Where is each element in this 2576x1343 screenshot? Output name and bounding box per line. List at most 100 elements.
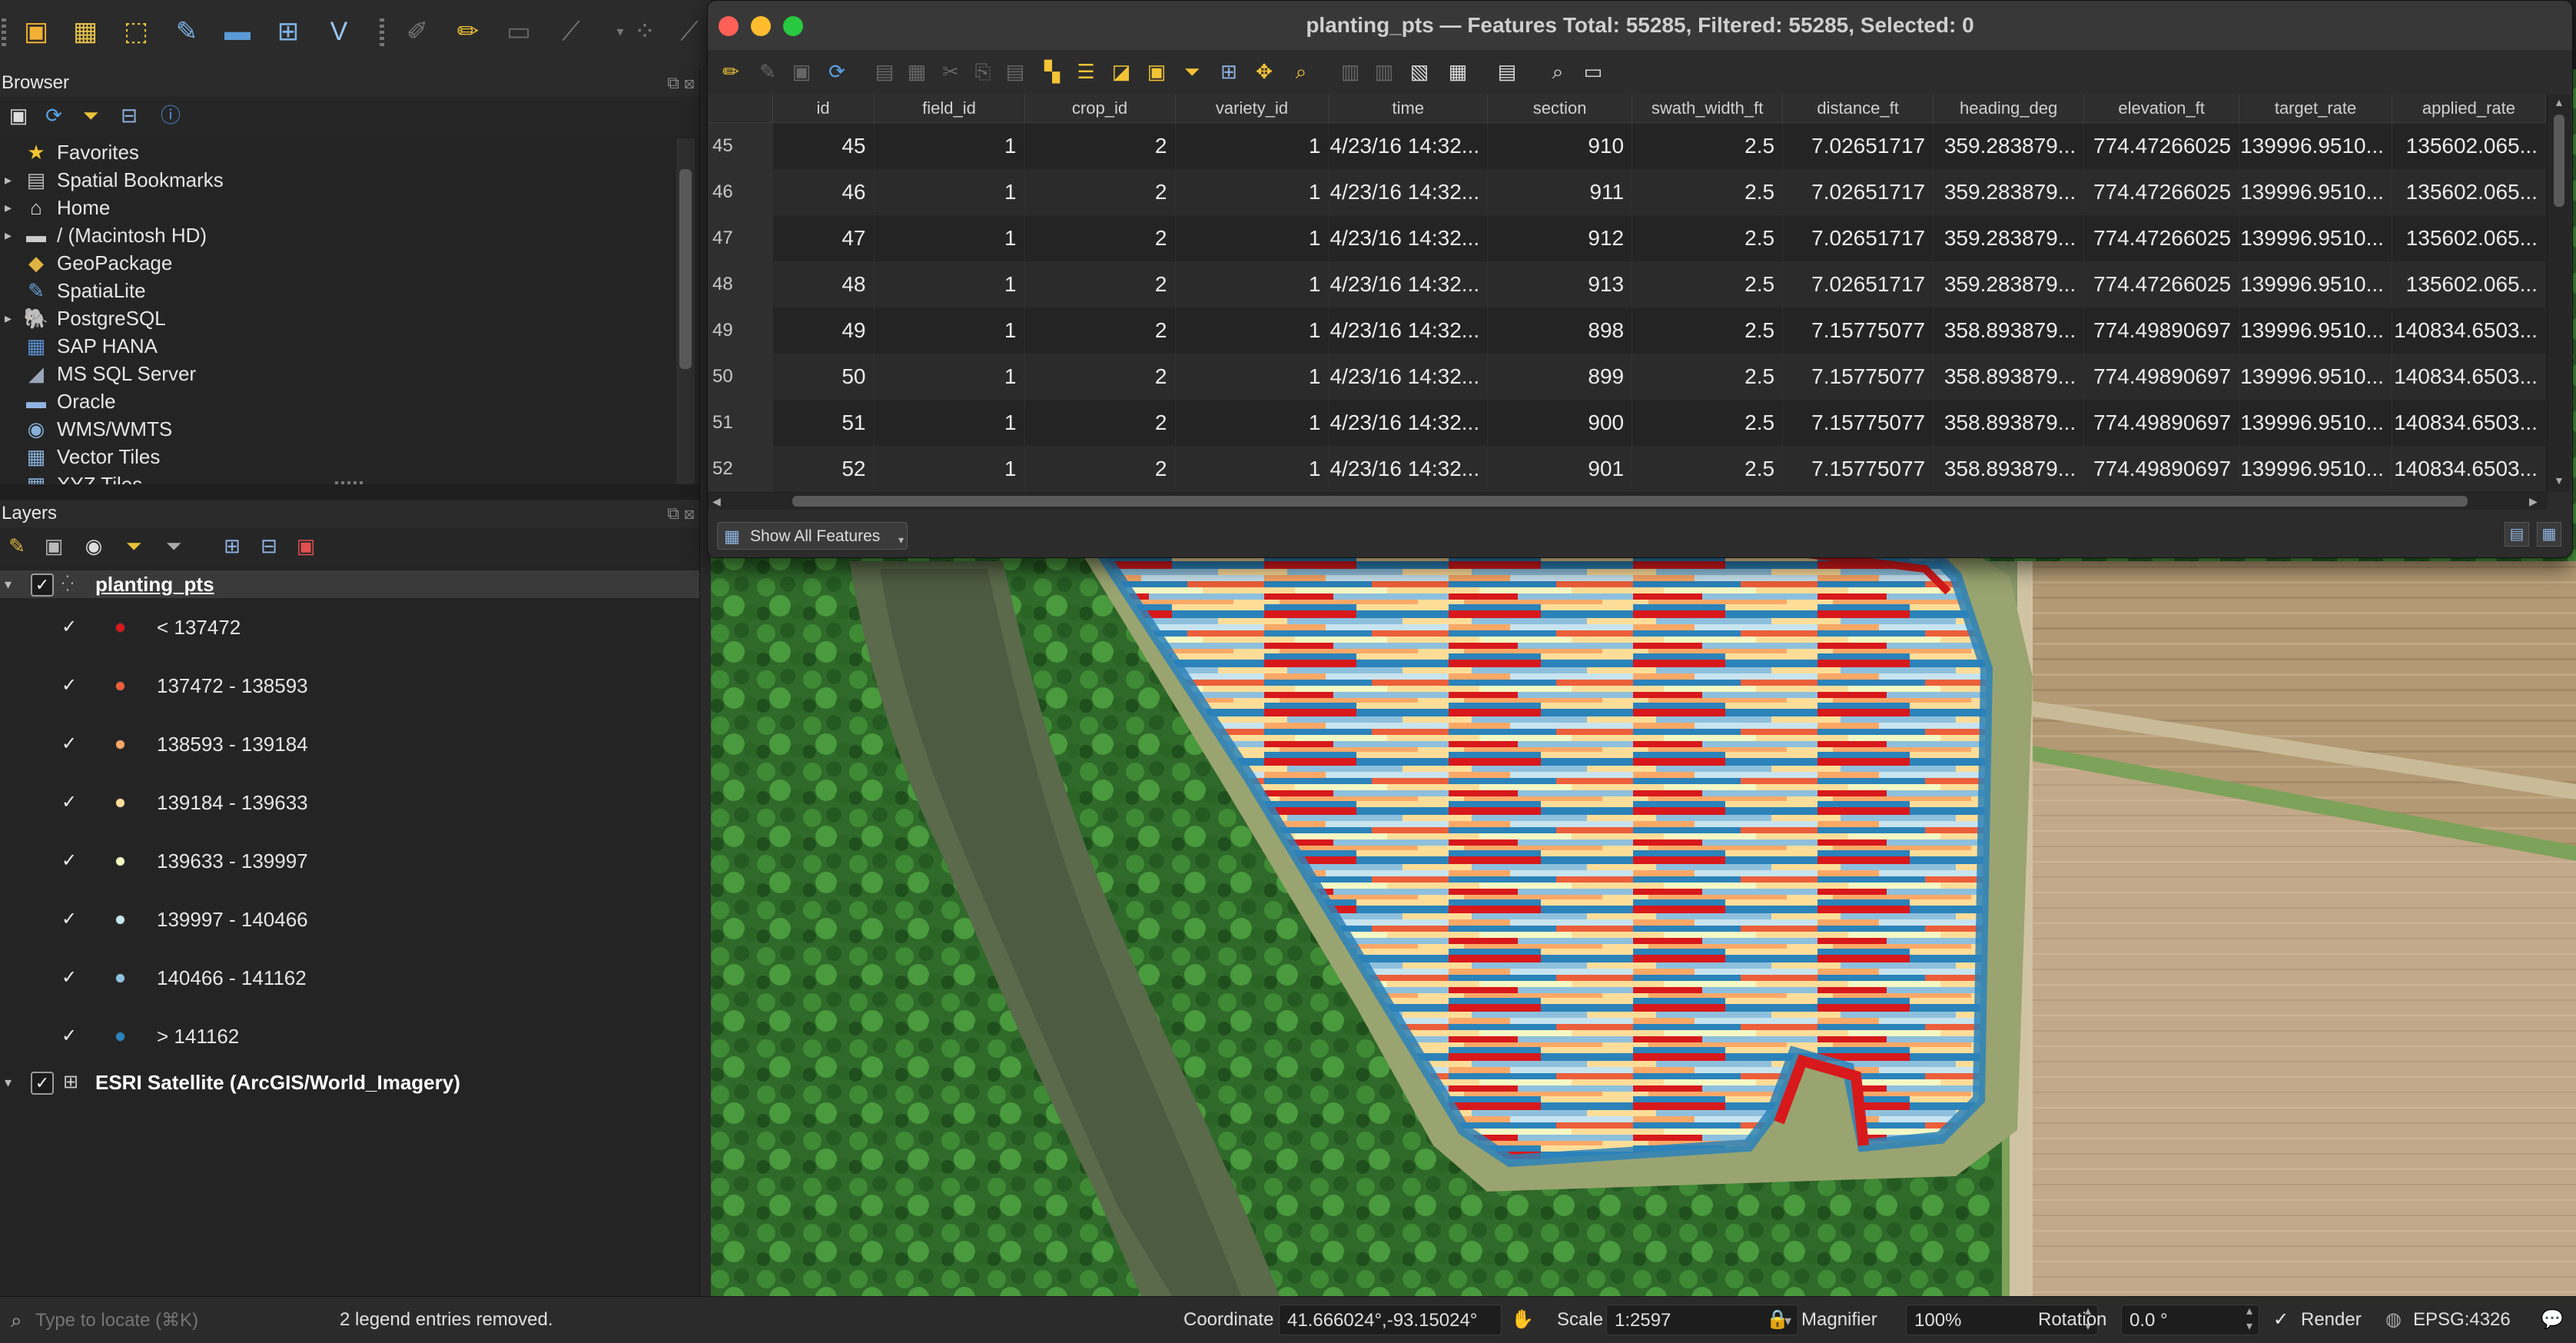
zoom-to-selection-icon[interactable]: ⌕ bbox=[1287, 58, 1315, 85]
table-cell[interactable]: 4/23/16 14:32... bbox=[1329, 445, 1489, 492]
delete-feature-icon[interactable]: ▦ bbox=[903, 58, 931, 85]
legend-checkbox[interactable]: ✓ bbox=[61, 1007, 77, 1065]
table-cell[interactable]: 7.02651717 bbox=[1782, 214, 1934, 261]
table-cell[interactable]: 46 bbox=[772, 168, 875, 215]
table-cell[interactable]: 2.5 bbox=[1632, 122, 1784, 169]
scroll-left-icon[interactable]: ◀ bbox=[712, 493, 721, 510]
panel-float-close-icons[interactable]: ⧉ ⊠ bbox=[667, 69, 695, 97]
column-header[interactable]: section bbox=[1487, 95, 1633, 123]
info-icon[interactable]: ⓘ bbox=[157, 101, 184, 129]
table-cell[interactable]: 2 bbox=[1024, 399, 1176, 446]
row-header[interactable]: 45 bbox=[708, 122, 773, 169]
rotation-spinbox[interactable]: 0.0 ° ▴ ▾ bbox=[2121, 1305, 2259, 1335]
new-layer-icon[interactable]: ▦ bbox=[65, 11, 106, 52]
form-view-icon[interactable]: ▤ bbox=[2505, 522, 2529, 547]
table-cell[interactable]: 774.47266025 bbox=[2083, 261, 2240, 307]
new-field-icon[interactable]: ▥ bbox=[1336, 58, 1364, 85]
table-cell[interactable]: 2 bbox=[1024, 214, 1176, 261]
collapse-all-icon[interactable]: ⊟ bbox=[115, 101, 143, 129]
table-cell[interactable]: 135602.065... bbox=[2392, 122, 2546, 169]
table-cell[interactable]: 774.47266025 bbox=[2083, 214, 2240, 261]
move-selection-top-icon[interactable]: ⊞ bbox=[1215, 58, 1243, 85]
table-cell[interactable]: 140834.6503... bbox=[2392, 445, 2546, 492]
table-cell[interactable]: 7.15775077 bbox=[1782, 307, 1934, 354]
save-edits-icon[interactable]: ▣ bbox=[788, 58, 815, 85]
table-row[interactable]: 52 52 1 2 1 4/23/16 14:32... 901 2.5 7.15775077 3… bbox=[708, 445, 2546, 492]
row-header[interactable]: 52 bbox=[708, 445, 773, 492]
legend-checkbox[interactable]: ✓ bbox=[61, 598, 77, 657]
coordinate-field[interactable]: 41.666024°,-93.15024° bbox=[1279, 1305, 1502, 1335]
table-cell[interactable]: 4/23/16 14:32... bbox=[1329, 353, 1489, 400]
chevron-right-icon[interactable]: ▸ bbox=[5, 166, 12, 194]
table-cell[interactable]: 50 bbox=[772, 353, 875, 400]
column-header[interactable]: distance_ft bbox=[1782, 95, 1934, 123]
reload-icon[interactable]: ⟳ bbox=[823, 58, 851, 85]
browser-item[interactable]: ▸ ⌂ Home bbox=[0, 194, 676, 221]
layer-planting-pts[interactable]: ▾ ✓ ⁛ planting_pts bbox=[0, 570, 699, 598]
mouse-toggle-icon[interactable]: ✋ bbox=[1511, 1305, 1534, 1335]
save-edits-icon[interactable]: ▭ bbox=[498, 11, 539, 52]
table-cell[interactable]: 2.5 bbox=[1632, 307, 1784, 354]
table-row[interactable]: 47 47 1 2 1 4/23/16 14:32... 912 2.5 7.02651717 3… bbox=[708, 214, 2546, 261]
legend-entry[interactable]: ✓ 139633 - 139997 bbox=[0, 832, 699, 890]
deselect-all-icon[interactable]: ▣ bbox=[1143, 58, 1170, 85]
table-cell[interactable]: 359.283879... bbox=[1933, 168, 2085, 215]
select-icon[interactable]: ⬚ bbox=[115, 11, 157, 52]
table-cell[interactable]: 4/23/16 14:32... bbox=[1329, 261, 1489, 307]
legend-entry[interactable]: ✓ > 141162 bbox=[0, 1007, 699, 1065]
conditional-formatting-icon[interactable]: ▦ bbox=[1444, 58, 1472, 85]
table-cell[interactable]: 358.893879... bbox=[1933, 353, 2085, 400]
table-cell[interactable]: 135602.065... bbox=[2392, 168, 2546, 215]
table-cell[interactable]: 898 bbox=[1487, 307, 1633, 354]
table-cell[interactable]: 4/23/16 14:32... bbox=[1329, 122, 1489, 169]
table-cell[interactable]: 47 bbox=[772, 214, 875, 261]
legend-checkbox[interactable]: ✓ bbox=[61, 657, 77, 715]
select-by-expression-icon[interactable]: ▚ bbox=[1038, 58, 1066, 85]
table-row[interactable]: 50 50 1 2 1 4/23/16 14:32... 899 2.5 7.15775077 3… bbox=[708, 353, 2546, 400]
row-header[interactable]: 48 bbox=[708, 261, 773, 307]
table-cell[interactable]: 1 bbox=[874, 353, 1025, 400]
layer-visibility-checkbox[interactable]: ✓ bbox=[31, 1072, 54, 1095]
eye-icon[interactable]: ◉ bbox=[80, 532, 108, 560]
table-cell[interactable]: 358.893879... bbox=[1933, 399, 2085, 446]
table-cell[interactable]: 913 bbox=[1487, 261, 1633, 307]
table-cell[interactable]: 2 bbox=[1024, 307, 1176, 354]
attribute-table[interactable]: id field_id crop_id variety_id time section sw… bbox=[708, 95, 2548, 493]
table-row[interactable]: 49 49 1 2 1 4/23/16 14:32... 898 2.5 7.15775077 3… bbox=[708, 307, 2546, 354]
add-feature-icon[interactable]: ▤ bbox=[871, 58, 898, 85]
table-cell[interactable]: 358.893879... bbox=[1933, 445, 2085, 492]
cut-icon[interactable]: ✂ bbox=[937, 58, 964, 85]
add-selected-icon[interactable]: ▣ bbox=[5, 101, 32, 129]
messages-icon[interactable]: 💬 bbox=[2541, 1305, 2564, 1335]
table-cell[interactable]: 2 bbox=[1024, 353, 1176, 400]
table-cell[interactable]: 140834.6503... bbox=[2392, 307, 2546, 354]
legend-checkbox[interactable]: ✓ bbox=[61, 890, 77, 949]
table-cell[interactable]: 135602.065... bbox=[2392, 214, 2546, 261]
grid-icon[interactable]: ⊞ bbox=[267, 11, 309, 52]
table-row[interactable]: 48 48 1 2 1 4/23/16 14:32... 913 2.5 7.02651717 3… bbox=[708, 261, 2546, 307]
table-cell[interactable]: 2 bbox=[1024, 445, 1176, 492]
select-all-icon[interactable]: ☰ bbox=[1072, 58, 1100, 85]
show-all-features-button[interactable]: ▦ Show All Features ▾ bbox=[717, 522, 908, 550]
legend-entry[interactable]: ✓ 140466 - 141162 bbox=[0, 949, 699, 1007]
row-header-corner[interactable] bbox=[708, 95, 773, 123]
table-cell[interactable]: 899 bbox=[1487, 353, 1633, 400]
browser-item[interactable]: ★ Favorites bbox=[0, 138, 676, 166]
table-cell[interactable]: 1 bbox=[1175, 353, 1329, 400]
organize-columns-icon[interactable]: ▭ bbox=[1579, 58, 1607, 85]
legend-checkbox[interactable]: ✓ bbox=[61, 773, 77, 832]
browser-item[interactable]: ▸ 🐘 PostgreSQL bbox=[0, 304, 676, 332]
panel-float-close-icons[interactable]: ⧉ ⊠ bbox=[667, 500, 695, 527]
scroll-right-icon[interactable]: ▶ bbox=[2529, 493, 2538, 510]
table-cell[interactable]: 139996.9510... bbox=[2239, 261, 2392, 307]
table-cell[interactable]: 1 bbox=[1175, 261, 1329, 307]
layer-visibility-checkbox[interactable]: ✓ bbox=[31, 573, 54, 597]
table-cell[interactable]: 7.02651717 bbox=[1782, 261, 1934, 307]
actions-icon[interactable]: ⌕ bbox=[1544, 58, 1572, 85]
chevron-right-icon[interactable]: ▸ bbox=[5, 194, 12, 221]
table-cell[interactable]: 1 bbox=[874, 214, 1025, 261]
table-cell[interactable]: 1 bbox=[874, 168, 1025, 215]
table-cell[interactable]: 4/23/16 14:32... bbox=[1329, 214, 1489, 261]
style-icon[interactable]: ✎ bbox=[3, 532, 31, 560]
table-cell[interactable]: 2 bbox=[1024, 261, 1176, 307]
